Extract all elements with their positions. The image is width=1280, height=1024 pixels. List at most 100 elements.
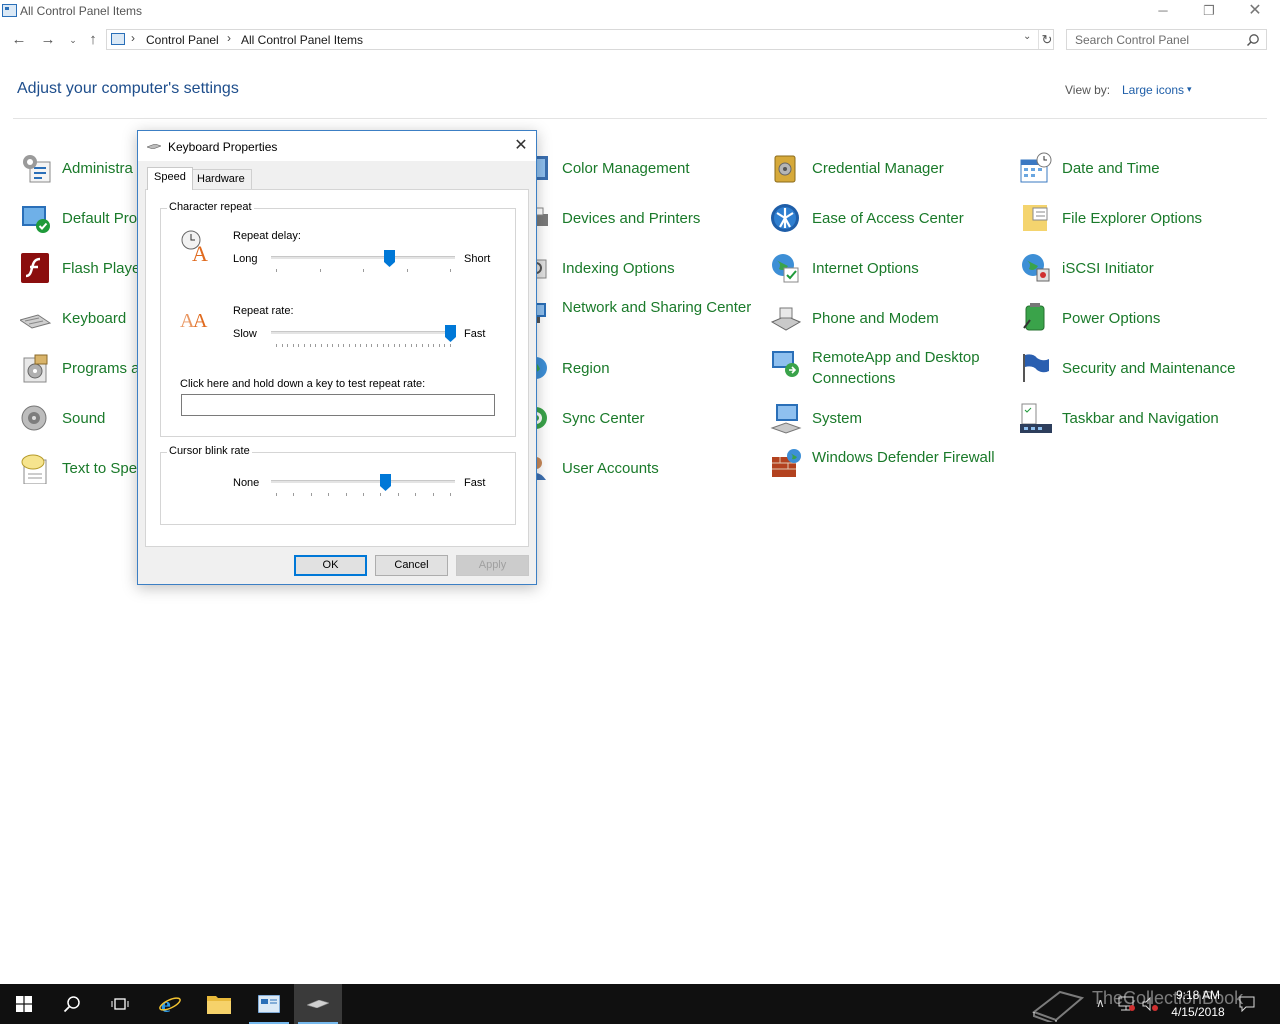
item-firewall[interactable]: Windows Defender Firewall — [770, 447, 1010, 497]
internet-explorer-button[interactable]: e — [146, 984, 194, 1024]
item-label[interactable]: Sync Center — [562, 408, 752, 429]
item-security-maintenance[interactable]: Security and Maintenance — [1020, 352, 1260, 402]
taskbar-navigation-icon — [1020, 403, 1052, 433]
item-label[interactable]: Internet Options — [812, 258, 1002, 279]
item-label[interactable]: RemoteApp and Desktop Connections — [812, 347, 1002, 389]
search-icon[interactable] — [1246, 33, 1260, 47]
item-label[interactable]: Date and Time — [1062, 158, 1252, 179]
slider-tick — [276, 344, 277, 347]
volume-icon[interactable] — [1141, 996, 1159, 1012]
item-label[interactable]: Security and Maintenance — [1062, 358, 1252, 379]
slider-track[interactable] — [271, 256, 455, 259]
item-network-sharing[interactable]: Network and Sharing Center — [520, 297, 760, 347]
item-date-time[interactable]: Date and Time — [1020, 152, 1260, 202]
item-label[interactable]: User Accounts — [562, 458, 752, 479]
slider-thumb[interactable] — [380, 474, 392, 491]
item-ease-of-access[interactable]: Ease of Access Center — [770, 202, 1010, 252]
network-icon[interactable] — [1117, 996, 1135, 1012]
forward-button[interactable]: → — [37, 29, 59, 51]
item-label[interactable]: Credential Manager — [812, 158, 1002, 179]
tab-hardware[interactable]: Hardware — [190, 169, 252, 189]
cursor-blink-group: Cursor blink rate None Fast — [160, 445, 516, 525]
dialog-title: Keyboard Properties — [168, 140, 278, 154]
item-color-management[interactable]: Color Management — [520, 152, 760, 202]
search-input[interactable] — [1067, 30, 1253, 49]
flash-player-icon — [21, 253, 49, 283]
item-label[interactable]: Color Management — [562, 158, 752, 179]
item-label[interactable]: Region — [562, 358, 752, 379]
search-icon — [63, 996, 80, 1013]
search-box[interactable] — [1066, 29, 1267, 50]
address-bar[interactable]: › Control Panel › All Control Panel Item… — [106, 29, 1054, 50]
item-taskbar-navigation[interactable]: Taskbar and Navigation — [1020, 402, 1260, 452]
up-button[interactable]: ↑ — [82, 29, 104, 51]
clock-date[interactable]: 4/15/2018 — [1166, 1005, 1230, 1019]
search-button[interactable] — [48, 984, 96, 1024]
action-center-icon[interactable] — [1238, 996, 1256, 1012]
slider-thumb[interactable] — [444, 325, 456, 342]
ok-button[interactable]: OK — [294, 555, 367, 576]
item-label[interactable]: File Explorer Options — [1062, 208, 1252, 229]
slider-tick — [433, 493, 434, 496]
address-dropdown-button[interactable]: ⌄ — [1023, 31, 1031, 42]
item-label[interactable]: Taskbar and Navigation — [1062, 408, 1252, 429]
slider-tick — [310, 344, 311, 347]
tray-overflow-button[interactable]: ∧ — [1096, 996, 1105, 1010]
item-power-options[interactable]: Power Options — [1020, 302, 1260, 352]
breadcrumb-all-items[interactable]: All Control Panel Items — [241, 33, 363, 47]
item-label[interactable]: Devices and Printers — [562, 208, 752, 229]
item-label[interactable]: Ease of Access Center — [812, 208, 1002, 229]
dialog-close-button[interactable]: ✕ — [508, 135, 534, 157]
item-iscsi-initiator[interactable]: iSCSI Initiator — [1020, 252, 1260, 302]
apply-button[interactable]: Apply — [456, 555, 529, 576]
tab-speed[interactable]: Speed — [147, 167, 193, 190]
breadcrumb-separator[interactable]: › — [131, 31, 135, 45]
item-label[interactable]: System — [812, 408, 1002, 429]
item-region[interactable]: Region — [520, 352, 760, 402]
breadcrumb-control-panel[interactable]: Control Panel — [146, 33, 219, 47]
internet-options-icon — [772, 254, 799, 283]
close-button[interactable]: ✕ — [1232, 0, 1278, 24]
item-credential-manager[interactable]: Credential Manager — [770, 152, 1010, 202]
item-file-explorer-options[interactable]: File Explorer Options — [1020, 202, 1260, 252]
slider-tick — [422, 344, 423, 347]
maximize-button[interactable]: ❐ — [1186, 0, 1232, 24]
item-internet-options[interactable]: Internet Options — [770, 252, 1010, 302]
slider-tick — [399, 344, 400, 347]
item-label[interactable]: Network and Sharing Center — [562, 297, 752, 318]
item-phone-modem[interactable]: Phone and Modem — [770, 302, 1010, 352]
back-button[interactable]: ← — [8, 29, 30, 51]
view-by-dropdown[interactable]: Large icons — [1122, 83, 1184, 97]
item-indexing-options[interactable]: Indexing Options — [520, 252, 760, 302]
breadcrumb-separator[interactable]: › — [227, 31, 231, 45]
slider-tick — [380, 493, 381, 496]
keyboard-icon — [307, 1000, 329, 1008]
item-label[interactable]: iSCSI Initiator — [1062, 258, 1252, 279]
cancel-button[interactable]: Cancel — [375, 555, 448, 576]
item-label[interactable]: Indexing Options — [562, 258, 752, 279]
slider-track[interactable] — [271, 331, 455, 334]
item-label[interactable]: Power Options — [1062, 308, 1252, 329]
chevron-down-icon[interactable]: ▾ — [1187, 84, 1192, 95]
slider-track[interactable] — [271, 480, 455, 483]
dialog-title-bar[interactable]: Keyboard Properties ✕ — [138, 131, 536, 161]
control-panel-button[interactable] — [245, 984, 293, 1024]
slider-thumb[interactable] — [383, 250, 395, 267]
item-label[interactable]: Windows Defender Firewall — [812, 447, 1002, 468]
item-remoteapp[interactable]: RemoteApp and Desktop Connections — [770, 347, 1010, 397]
recent-locations-button[interactable]: ⌄ — [62, 29, 84, 51]
item-label[interactable]: Phone and Modem — [812, 308, 1002, 329]
slider-tick — [415, 493, 416, 496]
item-devices-printers[interactable]: Devices and Printers — [520, 202, 760, 252]
item-sync-center[interactable]: Sync Center — [520, 402, 760, 452]
item-user-accounts[interactable]: User Accounts — [520, 452, 760, 502]
item-system[interactable]: System — [770, 402, 1010, 452]
clock-time[interactable]: 9:18 AM — [1172, 988, 1224, 1002]
minimize-button[interactable]: ─ — [1140, 0, 1186, 24]
repeat-test-field[interactable] — [181, 394, 495, 416]
keyboard-properties-button[interactable] — [294, 984, 342, 1024]
task-view-button[interactable] — [96, 984, 144, 1024]
start-button[interactable] — [0, 984, 48, 1024]
file-explorer-button[interactable] — [195, 984, 243, 1024]
refresh-button[interactable]: ↻ — [1038, 30, 1055, 49]
